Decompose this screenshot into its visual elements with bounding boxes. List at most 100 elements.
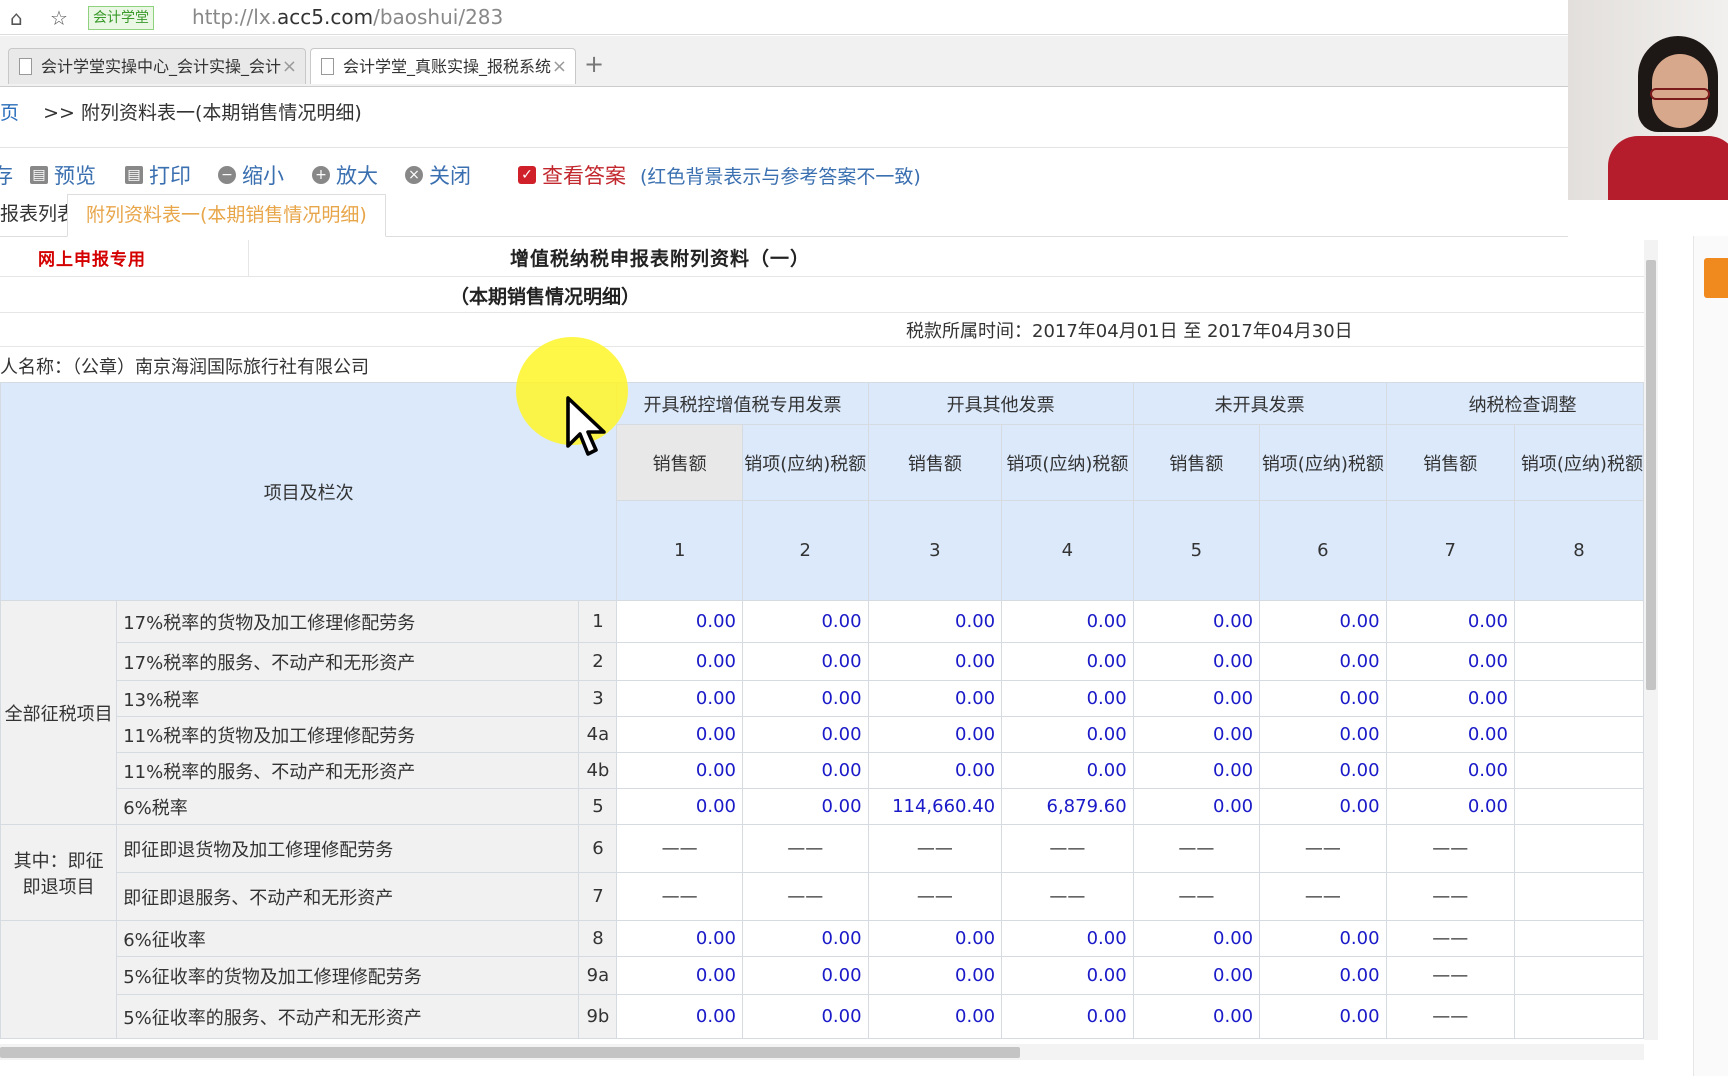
close-button[interactable]: × 关闭 [405, 160, 471, 190]
view-answer-toggle[interactable]: ✓ 查看答案 (红色背景表示与参考答案不一致) [518, 160, 921, 190]
amount-cell[interactable]: 114,660.40 [867, 788, 1003, 825]
col-subheader: 销项(应纳)税额 [741, 424, 869, 501]
amount-cell[interactable]: 0.00 [1132, 788, 1261, 825]
amount-cell[interactable]: 0.00 [1132, 680, 1261, 717]
amount-cell[interactable]: 0.00 [1259, 752, 1387, 789]
amount-cell[interactable]: 0.00 [1001, 600, 1134, 643]
row-label: 17%税率的货物及加工修理修配劳务 [116, 600, 580, 643]
amount-cell[interactable]: 0.00 [741, 956, 869, 995]
mouse-pointer-icon [566, 396, 606, 456]
amount-cell[interactable]: 0.00 [1132, 752, 1261, 789]
side-panel [1693, 236, 1728, 1076]
amount-cell[interactable]: 0.00 [867, 716, 1003, 753]
amount-cell[interactable]: 0.00 [616, 716, 743, 753]
form-title: 增值税纳税申报表附列资料（一） [510, 248, 811, 270]
amount-cell[interactable]: 0.00 [867, 752, 1003, 789]
amount-cell[interactable]: 0.00 [1259, 994, 1387, 1039]
amount-cell[interactable]: 0.00 [741, 994, 869, 1039]
amount-cell[interactable]: 0.00 [1001, 994, 1134, 1039]
close-tab-icon[interactable]: × [552, 49, 567, 85]
browser-tab-2[interactable]: 会计学堂_真账实操_报税系统 × [310, 48, 576, 84]
group-header: 未开具发票 [1132, 382, 1387, 425]
print-button[interactable]: ▤ 打印 [125, 160, 191, 190]
side-tool-button[interactable] [1704, 258, 1728, 298]
horizontal-scroll-thumb[interactable] [0, 1047, 1020, 1058]
amount-cell[interactable]: 0.00 [1001, 752, 1134, 789]
zoom-in-button[interactable]: + 放大 [312, 160, 378, 190]
amount-cell[interactable]: 0.00 [616, 788, 743, 825]
amount-cell[interactable]: 0.00 [867, 642, 1003, 681]
home-icon[interactable]: ⌂ [10, 6, 23, 30]
clipped-cell [1513, 600, 1644, 643]
amount-cell[interactable]: 0.00 [1385, 680, 1515, 717]
amount-cell[interactable]: 0.00 [867, 600, 1003, 643]
amount-cell[interactable]: 0.00 [1385, 716, 1515, 753]
browser-tab-1[interactable]: 会计学堂实操中心_会计实操_会计 × [8, 48, 306, 84]
horizontal-scrollbar[interactable] [0, 1044, 1644, 1060]
amount-cell[interactable]: 0.00 [867, 994, 1003, 1039]
amount-cell[interactable]: 0.00 [741, 920, 869, 957]
row-label: 5%征收率的货物及加工修理修配劳务 [116, 956, 580, 995]
toolbar: 存 ▤ 预览 ▤ 打印 − 缩小 + 放大 × 关闭 ✓ 查看答案 (红色背景表示与参考答案不… [0, 147, 1568, 188]
row-line-number: 9a [578, 956, 618, 995]
amount-cell[interactable]: 0.00 [1259, 716, 1387, 753]
printer-icon: ▤ [30, 166, 48, 184]
table-row: 5%征收率的货物及加工修理修配劳务 9a 0.00 0.00 0.00 0.00 0.00 0… [1, 956, 1644, 995]
amount-cell[interactable]: 0.00 [616, 994, 743, 1039]
amount-cell[interactable]: 0.00 [616, 600, 743, 643]
amount-cell[interactable]: 0.00 [1259, 920, 1387, 957]
amount-cell[interactable]: 0.00 [1132, 716, 1261, 753]
amount-cell[interactable]: 0.00 [1259, 788, 1387, 825]
amount-cell[interactable]: 0.00 [1001, 920, 1134, 957]
amount-cell[interactable]: 0.00 [616, 642, 743, 681]
amount-cell[interactable]: 0.00 [1001, 642, 1134, 681]
amount-cell[interactable]: 0.00 [1259, 680, 1387, 717]
url-field[interactable]: http://lx.acc5.com/baoshui/283 [192, 5, 503, 29]
table-row: 6%征收率 8 0.00 0.00 0.00 0.00 0.00 0.00 —— [0, 920, 1644, 1039]
amount-cell[interactable]: 0.00 [1259, 956, 1387, 995]
vertical-scroll-thumb[interactable] [1646, 260, 1656, 690]
amount-cell[interactable]: 0.00 [1132, 600, 1261, 643]
amount-cell[interactable]: 0.00 [616, 680, 743, 717]
preview-button[interactable]: ▤ 预览 [30, 160, 96, 190]
toolbar-edge-item[interactable]: 存 [0, 160, 13, 190]
zoom-out-button[interactable]: − 缩小 [218, 160, 284, 190]
amount-cell[interactable]: 0.00 [741, 680, 869, 717]
bookmark-star-icon[interactable]: ☆ [50, 6, 68, 30]
page-icon [321, 58, 334, 75]
amount-cell[interactable]: 0.00 [741, 642, 869, 681]
page-icon [19, 58, 32, 75]
amount-cell[interactable]: 0.00 [1385, 642, 1515, 681]
amount-cell[interactable]: 0.00 [867, 920, 1003, 957]
amount-cell[interactable]: 0.00 [1132, 920, 1261, 957]
breadcrumb-current: >> 附列资料表一(本期销售情况明细) [43, 102, 362, 124]
amount-cell[interactable]: 0.00 [616, 920, 743, 957]
amount-cell[interactable]: 0.00 [1001, 956, 1134, 995]
close-tab-icon[interactable]: × [282, 49, 297, 85]
amount-cell[interactable]: 0.00 [741, 600, 869, 643]
breadcrumb-home[interactable]: 页 [0, 102, 19, 124]
amount-cell[interactable]: 0.00 [616, 752, 743, 789]
new-tab-button[interactable]: + [584, 50, 604, 78]
amount-cell[interactable]: 0.00 [1132, 642, 1261, 681]
amount-cell[interactable]: 6,879.60 [1001, 788, 1134, 825]
disabled-cell: —— [1385, 824, 1515, 873]
amount-cell[interactable]: 0.00 [741, 788, 869, 825]
amount-cell[interactable]: 0.00 [1259, 642, 1387, 681]
amount-cell[interactable]: 0.00 [1385, 752, 1515, 789]
amount-cell[interactable]: 0.00 [1385, 600, 1515, 643]
amount-cell[interactable]: 0.00 [867, 956, 1003, 995]
tab-schedule-1[interactable]: 附列资料表一(本期销售情况明细) [67, 194, 386, 237]
amount-cell[interactable]: 0.00 [1385, 788, 1515, 825]
vertical-scrollbar[interactable] [1644, 240, 1658, 1040]
amount-cell[interactable]: 0.00 [1132, 956, 1261, 995]
amount-cell[interactable]: 0.00 [1001, 716, 1134, 753]
amount-cell[interactable]: 0.00 [867, 680, 1003, 717]
amount-cell[interactable]: 0.00 [616, 956, 743, 995]
amount-cell[interactable]: 0.00 [1132, 994, 1261, 1039]
amount-cell[interactable]: 0.00 [1259, 600, 1387, 643]
amount-cell[interactable]: 0.00 [1001, 680, 1134, 717]
amount-cell[interactable]: 0.00 [741, 716, 869, 753]
url-path: /baoshui/283 [373, 5, 504, 29]
amount-cell[interactable]: 0.00 [741, 752, 869, 789]
